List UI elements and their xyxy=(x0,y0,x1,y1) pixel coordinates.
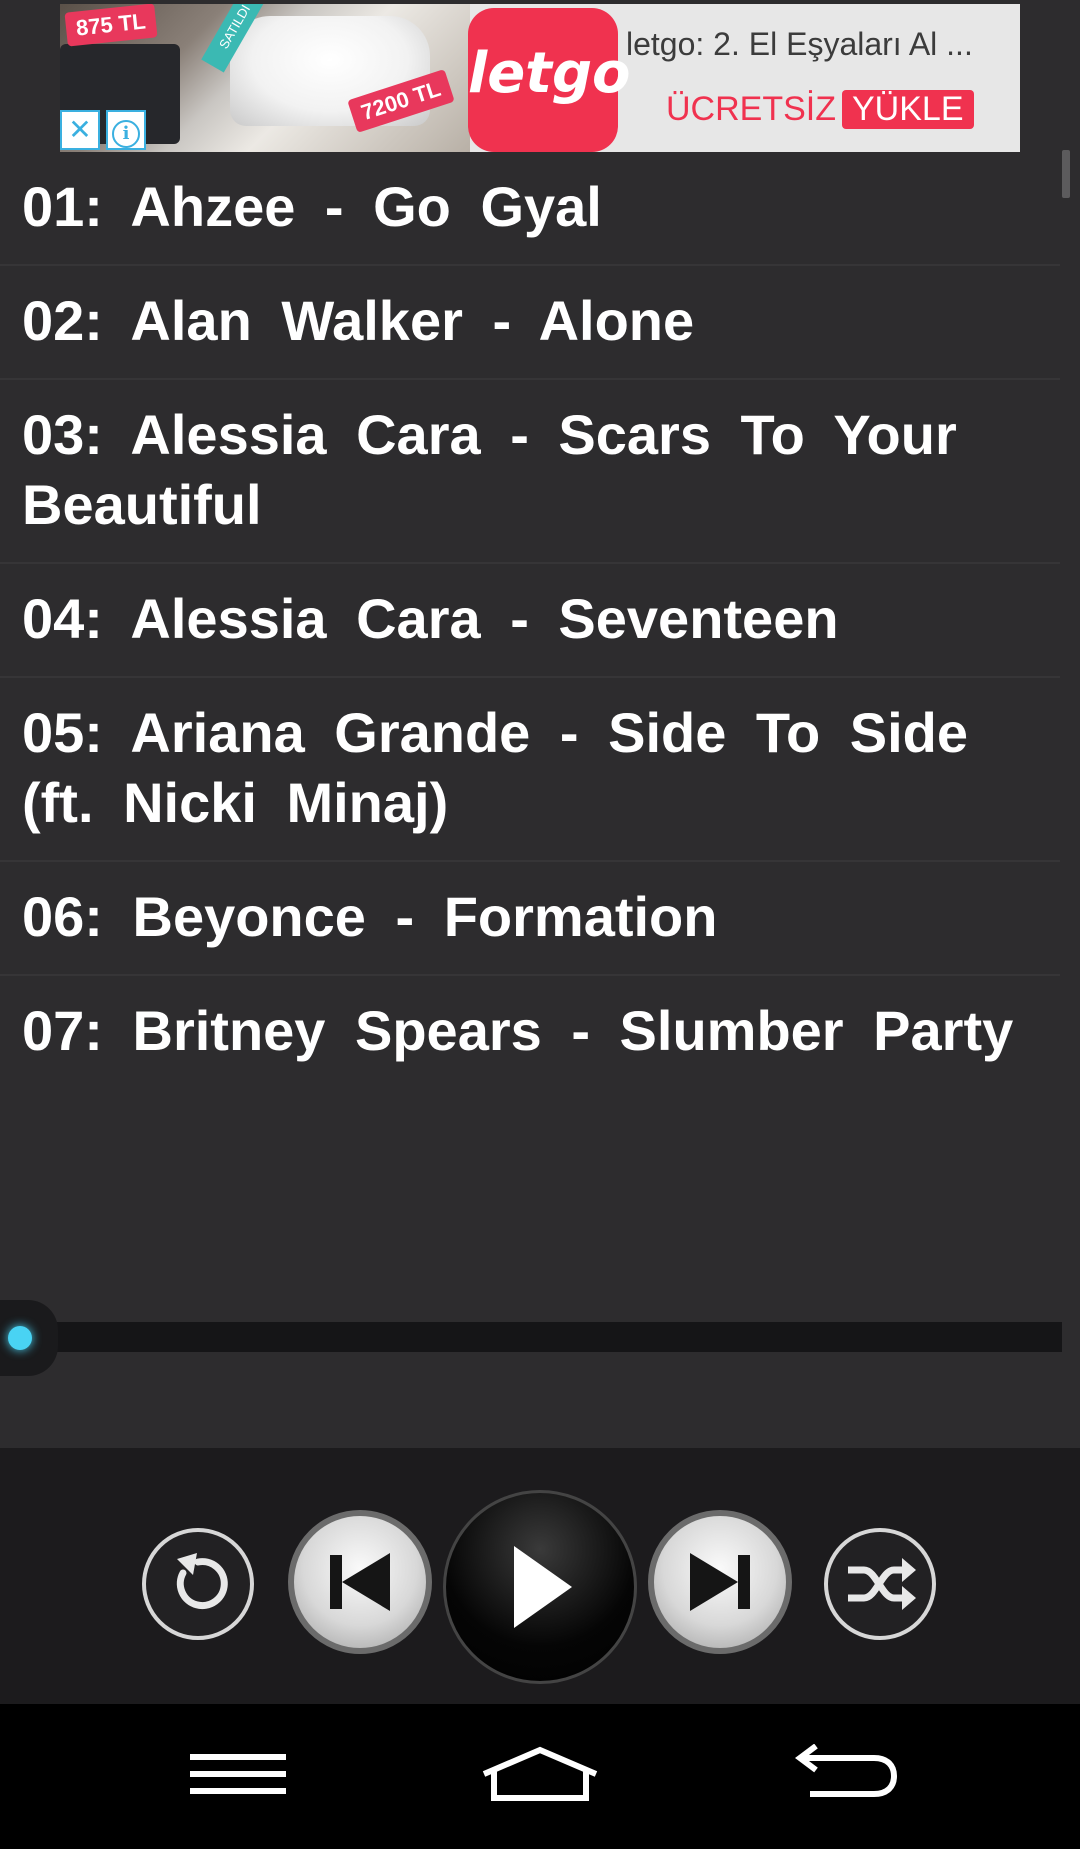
menu-icon xyxy=(190,1754,286,1794)
list-scrollbar[interactable] xyxy=(1062,150,1070,198)
ad-price-tag-small: 875 TL xyxy=(64,4,158,47)
next-button[interactable] xyxy=(648,1510,792,1654)
home-icon xyxy=(482,1746,598,1801)
previous-icon xyxy=(330,1553,390,1611)
track-list: 01: Ahzee - Go Gyal 02: Alan Walker - Al… xyxy=(0,152,1060,1088)
seek-handle[interactable] xyxy=(0,1300,58,1376)
repeat-button[interactable] xyxy=(142,1528,254,1640)
track-item[interactable]: 05: Ariana Grande - Side To Side (ft. Ni… xyxy=(0,678,1060,862)
back-button[interactable] xyxy=(790,1743,900,1809)
play-icon xyxy=(514,1546,572,1628)
ad-title[interactable]: letgo: 2. El Eşyaları Al ... xyxy=(626,26,1016,63)
player-controls xyxy=(0,1448,1080,1704)
seek-bar[interactable] xyxy=(0,1290,1080,1450)
ad-cta-free: ÜCRETSİZ xyxy=(666,90,836,128)
ad-app-logo[interactable]: letgo xyxy=(468,8,631,152)
ad-close-icon[interactable]: ✕ xyxy=(60,110,100,150)
menu-button[interactable] xyxy=(190,1744,286,1809)
track-item[interactable]: 01: Ahzee - Go Gyal xyxy=(0,152,1060,266)
repeat-icon xyxy=(176,1553,228,1610)
next-icon xyxy=(690,1553,750,1611)
ad-install-cta[interactable]: ÜCRETSİZ YÜKLE xyxy=(666,90,974,129)
back-icon xyxy=(795,1743,898,1797)
track-item[interactable]: 07: Britney Spears - Slumber Party xyxy=(0,976,1060,1088)
system-nav-bar xyxy=(0,1704,1080,1849)
track-item[interactable]: 06: Beyonce - Formation xyxy=(0,862,1060,976)
ad-info-glyph: i xyxy=(112,120,140,148)
ad-banner[interactable]: SATILDI 875 TL 7200 TL ✕ i letgo letgo: … xyxy=(60,4,1020,152)
shuffle-button[interactable] xyxy=(824,1528,936,1640)
track-item[interactable]: 03: Alessia Cara - Scars To Your Beautif… xyxy=(0,380,1060,564)
track-item[interactable]: 02: Alan Walker - Alone xyxy=(0,266,1060,380)
play-button[interactable] xyxy=(443,1490,637,1684)
home-button[interactable] xyxy=(480,1744,600,1809)
ad-install-button[interactable]: YÜKLE xyxy=(842,90,974,129)
seek-track[interactable] xyxy=(40,1322,1062,1352)
track-item[interactable]: 04: Alessia Cara - Seventeen xyxy=(0,564,1060,678)
previous-button[interactable] xyxy=(288,1510,432,1654)
ad-info-icon[interactable]: i xyxy=(106,110,146,150)
shuffle-icon xyxy=(848,1558,916,1610)
